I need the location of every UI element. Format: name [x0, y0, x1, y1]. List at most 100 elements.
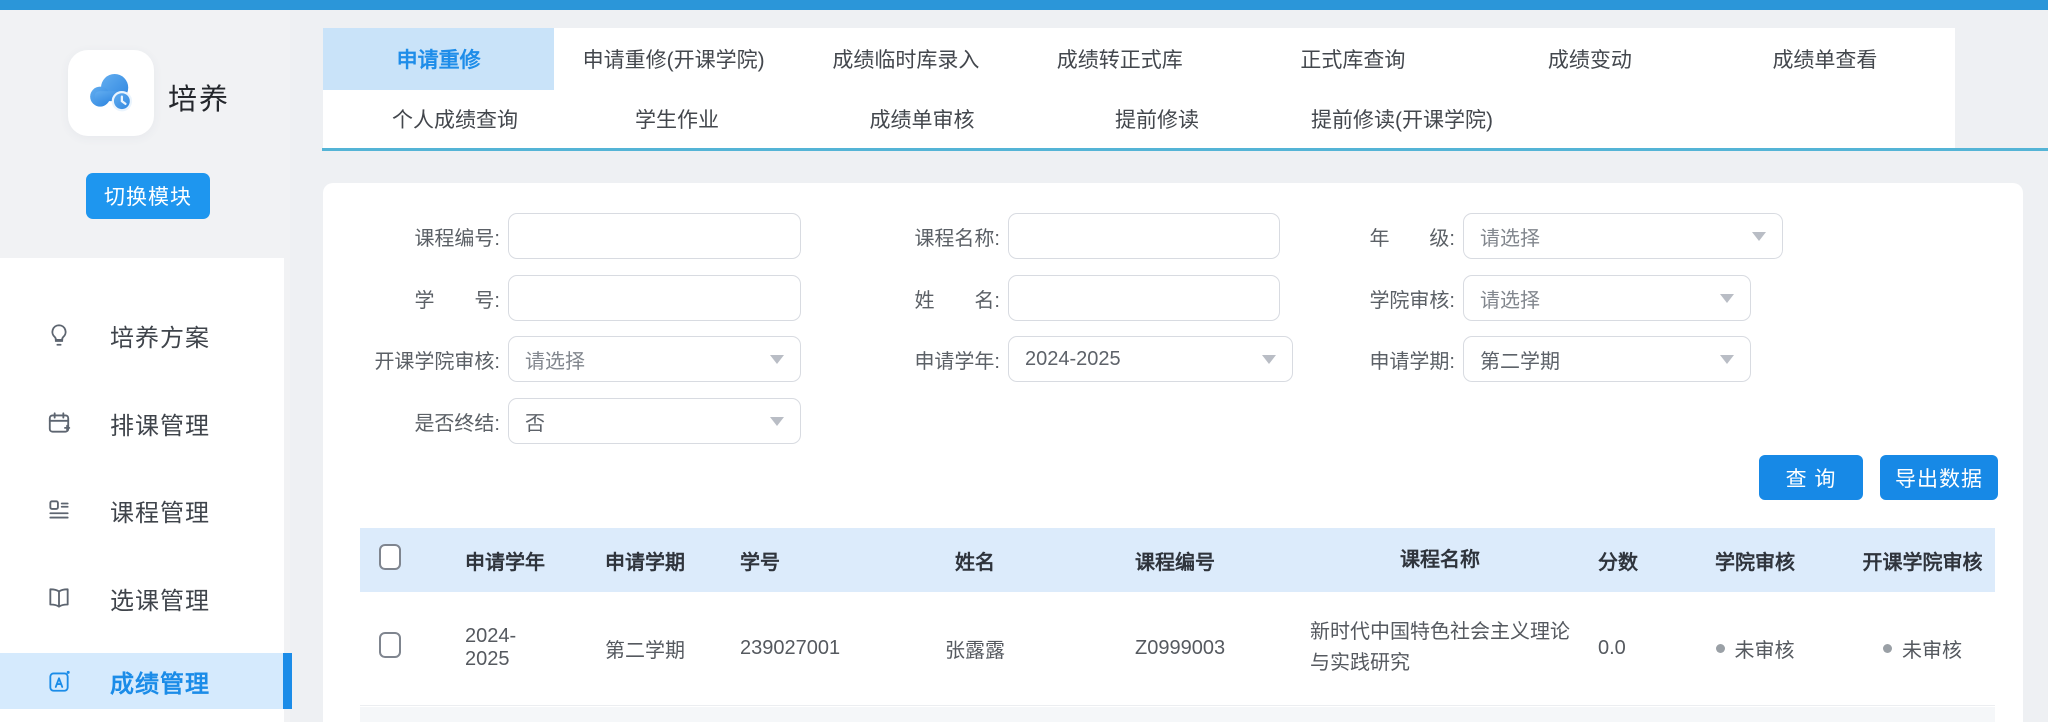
course-name-label: 课程名称: [860, 222, 1000, 251]
sidebar-item-label: 成绩管理 [110, 664, 210, 699]
student-id-input[interactable] [508, 275, 801, 321]
module-title: 培养 [168, 76, 230, 118]
bulb-icon [46, 322, 72, 348]
cell-offering-college-audit: 未审核 [1850, 592, 1995, 705]
chevron-down-icon [770, 355, 784, 364]
next-table-row-partial [360, 707, 1995, 722]
apply-year-label: 申请学年: [860, 345, 1000, 374]
college-audit-label: 学院审核: [1315, 284, 1455, 313]
chevron-down-icon [1752, 232, 1766, 241]
sidebar-item-course-selection[interactable]: 选课管理 [0, 570, 284, 626]
col-header-college-audit: 学院审核 [1660, 528, 1850, 592]
cell-student-id: 239027001 [695, 592, 870, 705]
window-top-accent-bar [0, 0, 2048, 10]
cell-name: 张露露 [870, 592, 1080, 705]
col-header-apply-year: 申请学年 [420, 528, 560, 592]
sidebar-menu: 培养方案 排课管理 课程管理 [0, 258, 284, 722]
cell-course-code: Z0999003 [1080, 592, 1300, 705]
tab-apply-retake-offering-college[interactable]: 申请重修(开课学院) [554, 28, 793, 90]
col-header-student-id: 学号 [695, 528, 870, 592]
tab-temp-score-entry[interactable]: 成绩临时库录入 [793, 28, 1018, 90]
sidebar-item-course-management[interactable]: 课程管理 [0, 482, 284, 538]
sidebar-item-label: 排课管理 [110, 406, 210, 441]
col-header-apply-term: 申请学期 [560, 528, 695, 592]
col-header-score: 分数 [1580, 528, 1660, 592]
status-dot-icon [1716, 644, 1725, 653]
tab-apply-retake[interactable]: 申请重修 [323, 28, 554, 90]
content-panel: 课程编号: 课程名称: 年 级: 请选择 学 号: 姓 名: 学院审核: 请选择… [323, 183, 2023, 722]
tab-bar: 申请重修 申请重修(开课学院) 成绩临时库录入 成绩转正式库 正式库查询 成绩变… [323, 28, 1955, 148]
cell-apply-term: 第二学期 [560, 592, 695, 705]
chevron-down-icon [1720, 294, 1734, 303]
cell-apply-year: 2024-2025 [420, 592, 560, 705]
calendar-plus-icon [46, 410, 72, 436]
col-header-course-name: 课程名称 [1300, 528, 1580, 592]
col-header-course-code: 课程编号 [1080, 528, 1300, 592]
switch-module-button[interactable]: 切换模块 [86, 173, 210, 219]
open-book-icon [46, 585, 72, 611]
apply-term-value: 第二学期 [1480, 345, 1560, 374]
row-checkbox[interactable] [379, 632, 401, 658]
course-code-label: 课程编号: [360, 222, 500, 251]
apply-year-select[interactable]: 2024-2025 [1008, 336, 1293, 382]
tab-transcript-audit[interactable]: 成绩单审核 [767, 90, 1077, 148]
tab-bar-underline [322, 148, 2048, 151]
tab-transcript-view[interactable]: 成绩单查看 [1695, 28, 1955, 90]
grade-a-icon [46, 668, 72, 694]
sidebar: 培养 切换模块 培养方案 排课管理 [0, 10, 290, 722]
tab-score-change[interactable]: 成绩变动 [1485, 28, 1695, 90]
cell-course-name: 新时代中国特色社会主义理论与实践研究 [1300, 592, 1580, 705]
student-id-label: 学 号: [360, 284, 500, 313]
course-name-input[interactable] [1008, 213, 1280, 259]
app-logo [68, 50, 154, 136]
student-name-input[interactable] [1008, 275, 1280, 321]
tab-row-1: 申请重修 申请重修(开课学院) 成绩临时库录入 成绩转正式库 正式库查询 成绩变… [323, 28, 1955, 90]
export-data-button[interactable]: 导出数据 [1880, 455, 1998, 500]
offering-college-audit-value: 请选择 [525, 345, 585, 374]
course-code-input[interactable] [508, 213, 801, 259]
sidebar-item-label: 选课管理 [110, 581, 210, 616]
active-item-indicator [283, 653, 292, 709]
select-all-checkbox[interactable] [379, 544, 401, 570]
cloud-clock-icon [82, 64, 140, 122]
apply-year-value: 2024-2025 [1025, 348, 1121, 371]
col-header-offering-college-audit: 开课学院审核 [1850, 528, 1995, 592]
col-header-name: 姓名 [870, 528, 1080, 592]
grade-year-select[interactable]: 请选择 [1463, 213, 1783, 259]
layout-list-icon [46, 497, 72, 523]
results-table: 申请学年 申请学期 学号 姓名 课程编号 课程名称 分数 学院审核 开课学院审核… [360, 528, 1995, 706]
grade-year-label: 年 级: [1315, 222, 1455, 251]
grade-year-value: 请选择 [1480, 222, 1540, 251]
sidebar-item-label: 课程管理 [110, 493, 210, 528]
offering-college-audit-select[interactable]: 请选择 [508, 336, 801, 382]
sidebar-item-grades[interactable]: 成绩管理 [0, 653, 284, 709]
tab-personal-score-query[interactable]: 个人成绩查询 [323, 90, 587, 148]
query-button[interactable]: 查 询 [1759, 455, 1863, 500]
tab-score-to-official[interactable]: 成绩转正式库 [1019, 28, 1221, 90]
chevron-down-icon [1262, 355, 1276, 364]
chevron-down-icon [770, 417, 784, 426]
status-text: 未审核 [1735, 634, 1795, 663]
tab-advance-study-offering-college[interactable]: 提前修读(开课学院) [1237, 90, 1567, 148]
college-audit-select[interactable]: 请选择 [1463, 275, 1751, 321]
sidebar-item-label: 培养方案 [110, 318, 210, 353]
offering-college-audit-label: 开课学院审核: [360, 345, 500, 374]
is-final-select[interactable]: 否 [508, 398, 801, 444]
tab-official-db-query[interactable]: 正式库查询 [1221, 28, 1485, 90]
table-header-row: 申请学年 申请学期 学号 姓名 课程编号 课程名称 分数 学院审核 开课学院审核 [360, 528, 1995, 592]
status-text: 未审核 [1902, 634, 1962, 663]
cell-college-audit: 未审核 [1660, 592, 1850, 705]
status-dot-icon [1883, 644, 1892, 653]
apply-term-select[interactable]: 第二学期 [1463, 336, 1751, 382]
college-audit-value: 请选择 [1480, 284, 1540, 313]
is-final-label: 是否终结: [360, 407, 500, 436]
student-name-label: 姓 名: [860, 284, 1000, 313]
table-row: 2024-2025 第二学期 239027001 张露露 Z0999003 新时… [360, 592, 1995, 705]
tab-advance-study[interactable]: 提前修读 [1077, 90, 1237, 148]
tab-student-homework[interactable]: 学生作业 [587, 90, 767, 148]
sidebar-item-scheduling[interactable]: 排课管理 [0, 395, 284, 451]
sidebar-item-training-plan[interactable]: 培养方案 [0, 307, 284, 363]
tab-row-2: 个人成绩查询 学生作业 成绩单审核 提前修读 提前修读(开课学院) [323, 90, 1955, 148]
chevron-down-icon [1720, 355, 1734, 364]
apply-term-label: 申请学期: [1315, 345, 1455, 374]
